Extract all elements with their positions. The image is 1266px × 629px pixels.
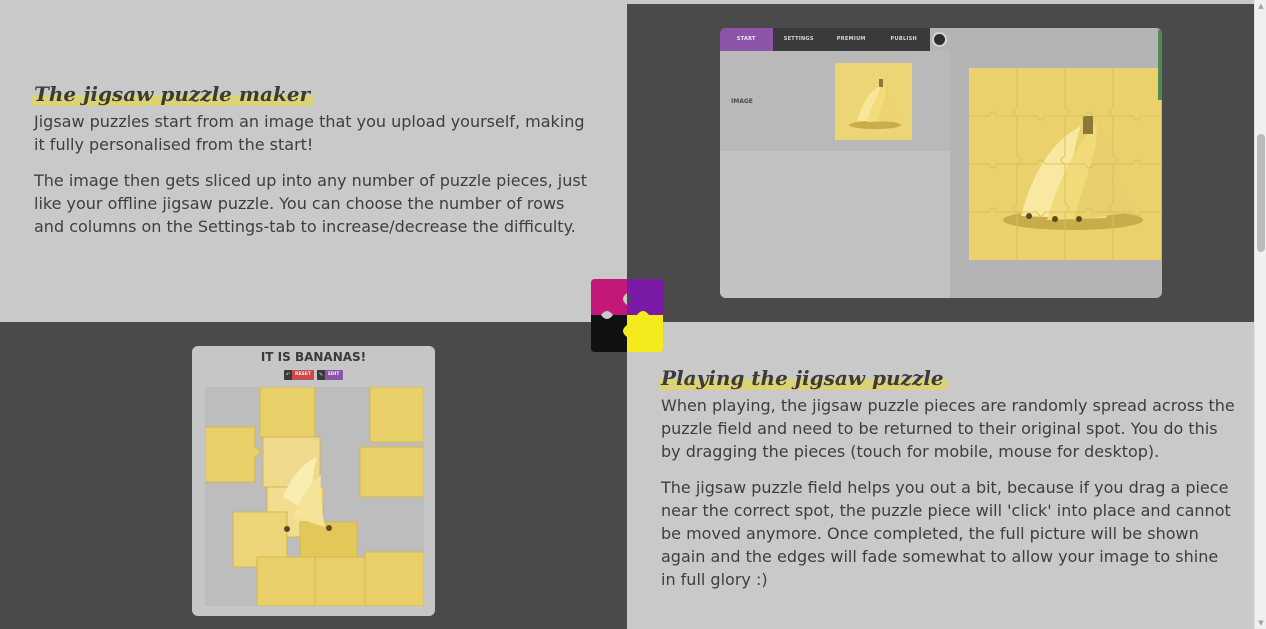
- reset-label: RESET: [292, 370, 314, 380]
- maker-heading: The jigsaw puzzle maker: [31, 82, 315, 106]
- playing-text-block: Playing the jigsaw puzzle When playing, …: [659, 366, 1236, 591]
- maker-paragraph-2: The image then gets sliced up into any n…: [34, 171, 587, 236]
- editor-preview: START SETTINGS PREMIUM PUBLISH IMAGE: [720, 28, 1162, 298]
- page-scrollbar[interactable]: ▲ ▼: [1254, 0, 1266, 629]
- tab-start[interactable]: START: [720, 28, 773, 51]
- editor-image-row: IMAGE: [720, 51, 950, 151]
- scroll-up-arrow-icon[interactable]: ▲: [1255, 0, 1266, 12]
- player-puzzle-field[interactable]: [205, 387, 424, 606]
- editor-side-panel: IMAGE: [720, 51, 950, 298]
- tab-premium[interactable]: PREMIUM: [825, 28, 878, 51]
- reset-button[interactable]: ↶ RESET: [284, 370, 314, 380]
- scroll-down-arrow-icon[interactable]: ▼: [1255, 617, 1266, 629]
- image-label: IMAGE: [731, 98, 753, 105]
- player-preview: IT IS BANANAS! ↶ RESET ✎ EDIT: [192, 346, 435, 616]
- maker-text-block: The jigsaw puzzle maker Jigsaw puzzles s…: [31, 82, 594, 238]
- edit-button[interactable]: ✎ EDIT: [316, 370, 343, 380]
- player-buttons: ↶ RESET ✎ EDIT: [284, 370, 343, 380]
- undo-icon: ↶: [284, 370, 292, 380]
- editor-scroll-handle[interactable]: [1158, 30, 1162, 100]
- image-thumbnail[interactable]: [835, 63, 912, 140]
- editor-puzzle-field[interactable]: [969, 68, 1161, 260]
- maker-paragraph-1: Jigsaw puzzles start from an image that …: [34, 112, 585, 154]
- edit-icon: ✎: [316, 370, 325, 380]
- playing-heading: Playing the jigsaw puzzle: [659, 366, 948, 390]
- scroll-thumb[interactable]: [1257, 134, 1265, 252]
- puzzle-title: IT IS BANANAS!: [260, 350, 367, 364]
- tab-settings[interactable]: SETTINGS: [773, 28, 826, 51]
- playing-paragraph-1: When playing, the jigsaw puzzle pieces a…: [661, 396, 1235, 461]
- tab-publish[interactable]: PUBLISH: [878, 28, 931, 51]
- playing-paragraph-2: The jigsaw puzzle field helps you out a …: [661, 478, 1231, 589]
- editor-tab-bar: START SETTINGS PREMIUM PUBLISH: [720, 28, 930, 51]
- edit-label: EDIT: [324, 370, 343, 380]
- puzzle-logo-icon: [591, 279, 663, 352]
- globe-icon[interactable]: [932, 32, 947, 47]
